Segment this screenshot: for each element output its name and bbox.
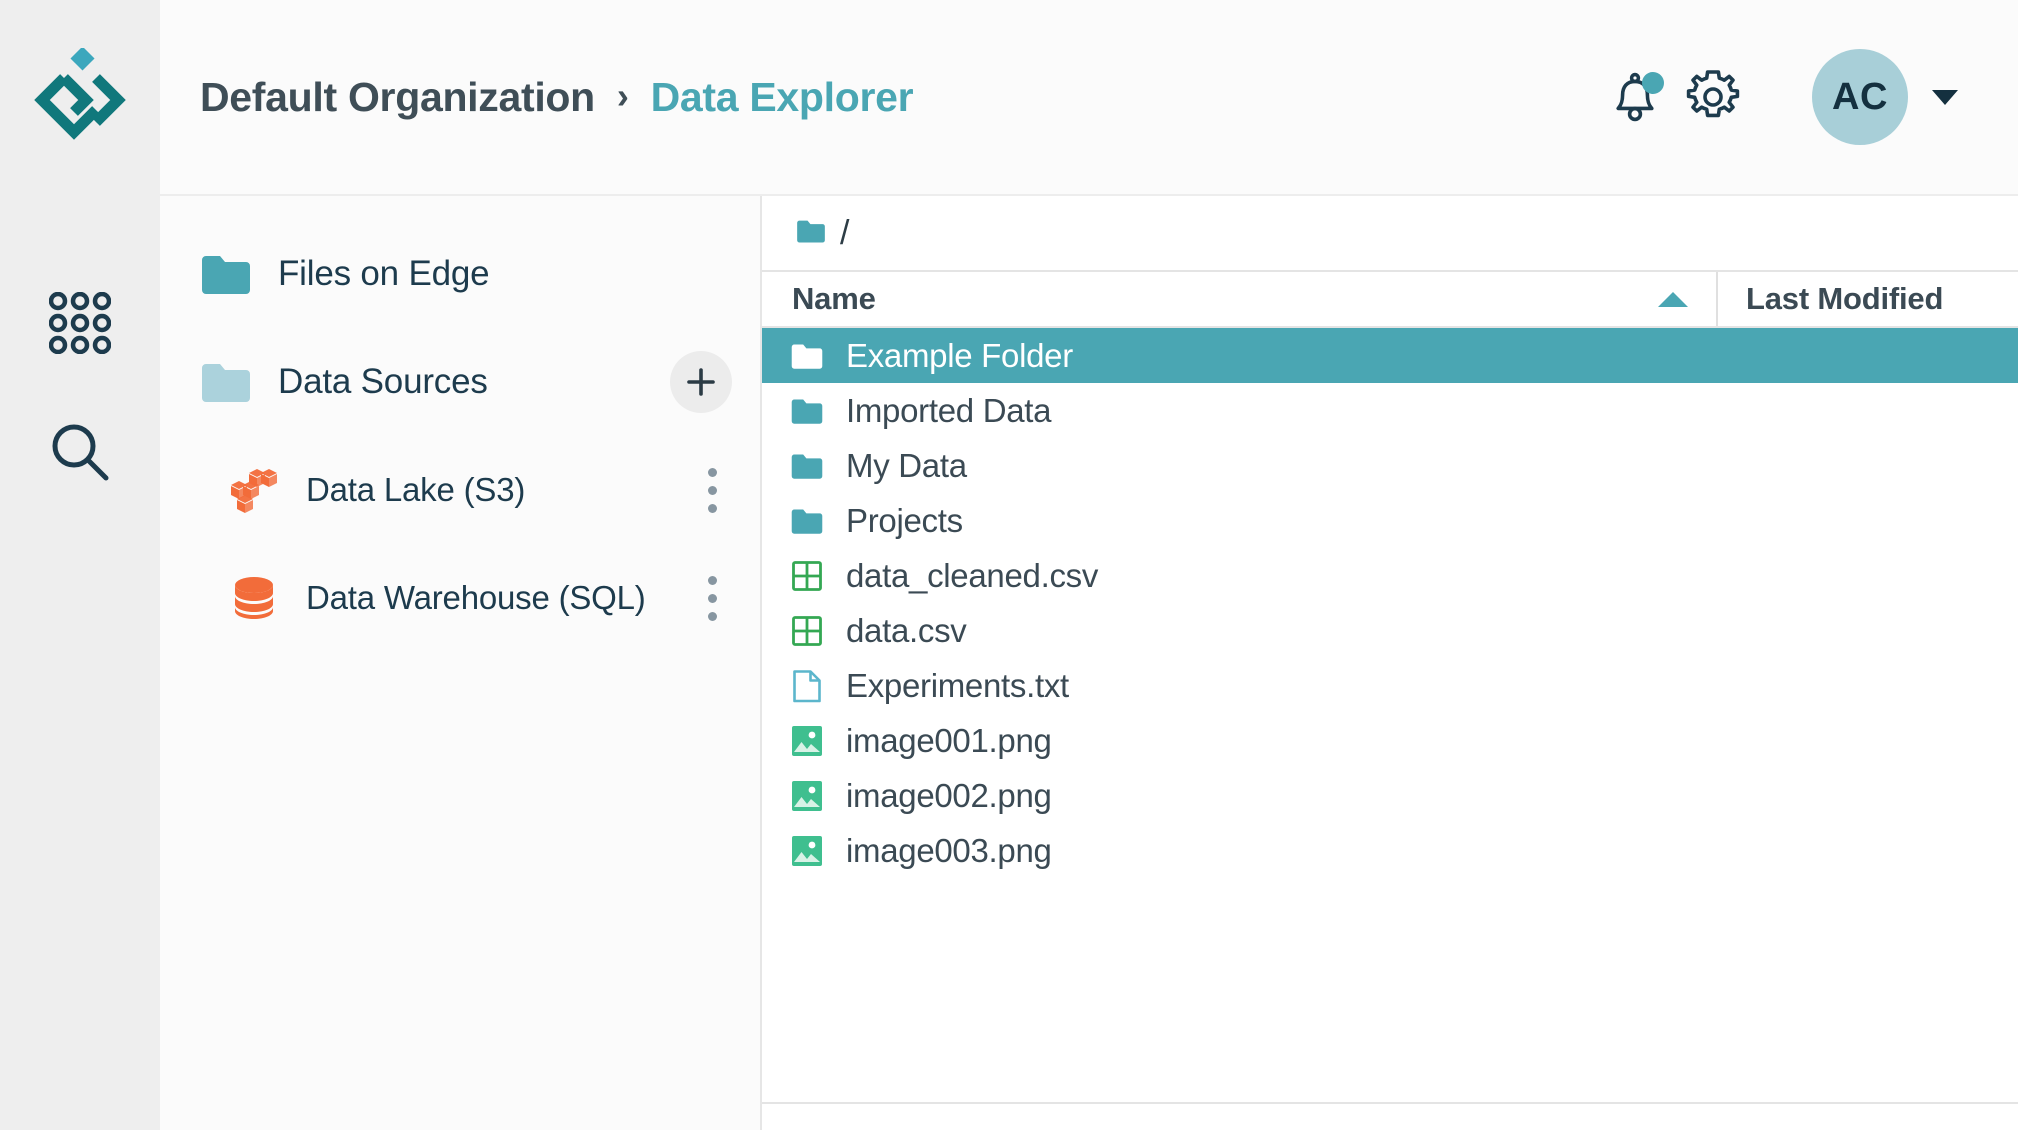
s3-cubes-icon xyxy=(226,463,282,517)
kebab-dot xyxy=(707,503,717,513)
image-icon xyxy=(790,780,824,812)
image-icon xyxy=(790,835,824,867)
kebab-dot xyxy=(707,485,717,495)
path-breadcrumb-bar: / xyxy=(762,196,2018,272)
file-row[interactable]: Imported Data xyxy=(762,383,2018,438)
file-row[interactable]: data_cleaned.csv xyxy=(762,548,2018,603)
avatar: AC xyxy=(1812,49,1908,145)
file-name: image003.png xyxy=(846,831,1052,869)
kebab-dot xyxy=(707,467,717,477)
breadcrumb-separator-icon: › xyxy=(616,75,629,116)
chevron-down-icon xyxy=(1932,89,1958,105)
file-name: data.csv xyxy=(846,611,967,649)
sidebar-item-label: Data Sources xyxy=(278,362,488,401)
settings-button[interactable] xyxy=(1674,58,1752,136)
folder-icon xyxy=(790,507,824,535)
column-header-name[interactable]: Name xyxy=(762,272,1718,326)
kebab-dot xyxy=(707,593,717,603)
file-row[interactable]: Projects xyxy=(762,493,2018,548)
folder-icon xyxy=(796,218,826,249)
file-name: data_cleaned.csv xyxy=(846,556,1099,594)
document-icon xyxy=(790,669,824,703)
sidebar-item-data-lake-s3[interactable]: Data Lake (S3) xyxy=(160,436,760,544)
file-table-header: Name Last Modified xyxy=(762,272,2018,328)
kebab-dot xyxy=(707,575,717,585)
file-name: image002.png xyxy=(846,776,1052,814)
sidebar-item-label: Data Lake (S3) xyxy=(306,471,526,508)
current-path[interactable]: / xyxy=(840,214,849,253)
folder-icon xyxy=(790,342,824,370)
folder-icon xyxy=(790,452,824,480)
kebab-dot xyxy=(707,611,717,621)
file-row[interactable]: Experiments.txt xyxy=(762,658,2018,713)
csv-grid-icon xyxy=(790,560,824,592)
sidebar-item-data-warehouse-sql[interactable]: Data Warehouse (SQL) xyxy=(160,544,760,652)
file-row[interactable]: image001.png xyxy=(762,713,2018,768)
notifications-button[interactable] xyxy=(1596,58,1674,136)
app-logo-icon xyxy=(34,48,126,140)
file-browser-panel: / Name Last Modified Example Folder Impor… xyxy=(762,196,2018,1130)
plus-icon xyxy=(687,368,715,396)
file-name: My Data xyxy=(846,446,967,484)
column-header-last-modified[interactable]: Last Modified xyxy=(1718,272,2018,326)
notification-badge-dot xyxy=(1642,72,1664,94)
sidebar-item-data-sources[interactable]: Data Sources xyxy=(160,328,760,436)
file-name: Example Folder xyxy=(846,336,1073,374)
data-sources-panel: Files on Edge Data Sources Data Lake (S3… xyxy=(160,196,762,1130)
image-icon xyxy=(790,725,824,757)
top-bar-actions: AC xyxy=(1596,49,1958,145)
folder-icon xyxy=(790,397,824,425)
file-name: Experiments.txt xyxy=(846,666,1069,704)
database-icon xyxy=(226,571,282,625)
search-icon-button[interactable] xyxy=(0,420,160,484)
file-name: Imported Data xyxy=(846,391,1052,429)
top-bar: Default Organization › Data Explorer AC xyxy=(160,0,2018,196)
file-row[interactable]: data.csv xyxy=(762,603,2018,658)
data-warehouse-options-menu[interactable] xyxy=(692,567,732,629)
app-root: Default Organization › Data Explorer AC … xyxy=(0,0,2018,1130)
panel-bottom-divider xyxy=(762,1102,2018,1104)
folder-icon xyxy=(200,360,252,404)
file-row[interactable]: Example Folder xyxy=(762,328,2018,383)
content-body: Files on Edge Data Sources Data Lake (S3… xyxy=(160,196,2018,1130)
csv-grid-icon xyxy=(790,615,824,647)
folder-icon xyxy=(200,252,252,296)
breadcrumb-organization[interactable]: Default Organization xyxy=(200,74,595,121)
breadcrumb: Default Organization › Data Explorer xyxy=(200,74,914,121)
main-area: Default Organization › Data Explorer AC … xyxy=(160,0,2018,1130)
add-data-source-button[interactable] xyxy=(670,351,732,413)
file-row[interactable]: My Data xyxy=(762,438,2018,493)
file-name: Projects xyxy=(846,501,963,539)
sidebar-item-label: Files on Edge xyxy=(278,254,490,293)
apps-grid-icon xyxy=(49,292,111,354)
file-row[interactable]: image003.png xyxy=(762,823,2018,878)
sidebar-item-label: Data Warehouse (SQL) xyxy=(306,579,646,616)
sidebar-item-files-on-edge[interactable]: Files on Edge xyxy=(160,220,760,328)
search-icon xyxy=(52,424,109,481)
column-header-last-modified-label: Last Modified xyxy=(1746,281,1944,316)
left-icon-rail xyxy=(0,0,160,1130)
breadcrumb-current-page[interactable]: Data Explorer xyxy=(651,74,914,121)
file-row[interactable]: image002.png xyxy=(762,768,2018,823)
apps-grid-icon-button[interactable] xyxy=(0,292,160,354)
user-menu-button[interactable]: AC xyxy=(1812,49,1958,145)
file-name: image001.png xyxy=(846,721,1052,759)
file-list: Example Folder Imported Data My Data Projec… xyxy=(762,328,2018,1130)
sort-ascending-icon xyxy=(1658,291,1688,307)
data-lake-options-menu[interactable] xyxy=(692,459,732,521)
app-logo[interactable] xyxy=(0,48,160,144)
gear-icon xyxy=(1686,70,1740,118)
column-header-name-label: Name xyxy=(792,281,876,316)
